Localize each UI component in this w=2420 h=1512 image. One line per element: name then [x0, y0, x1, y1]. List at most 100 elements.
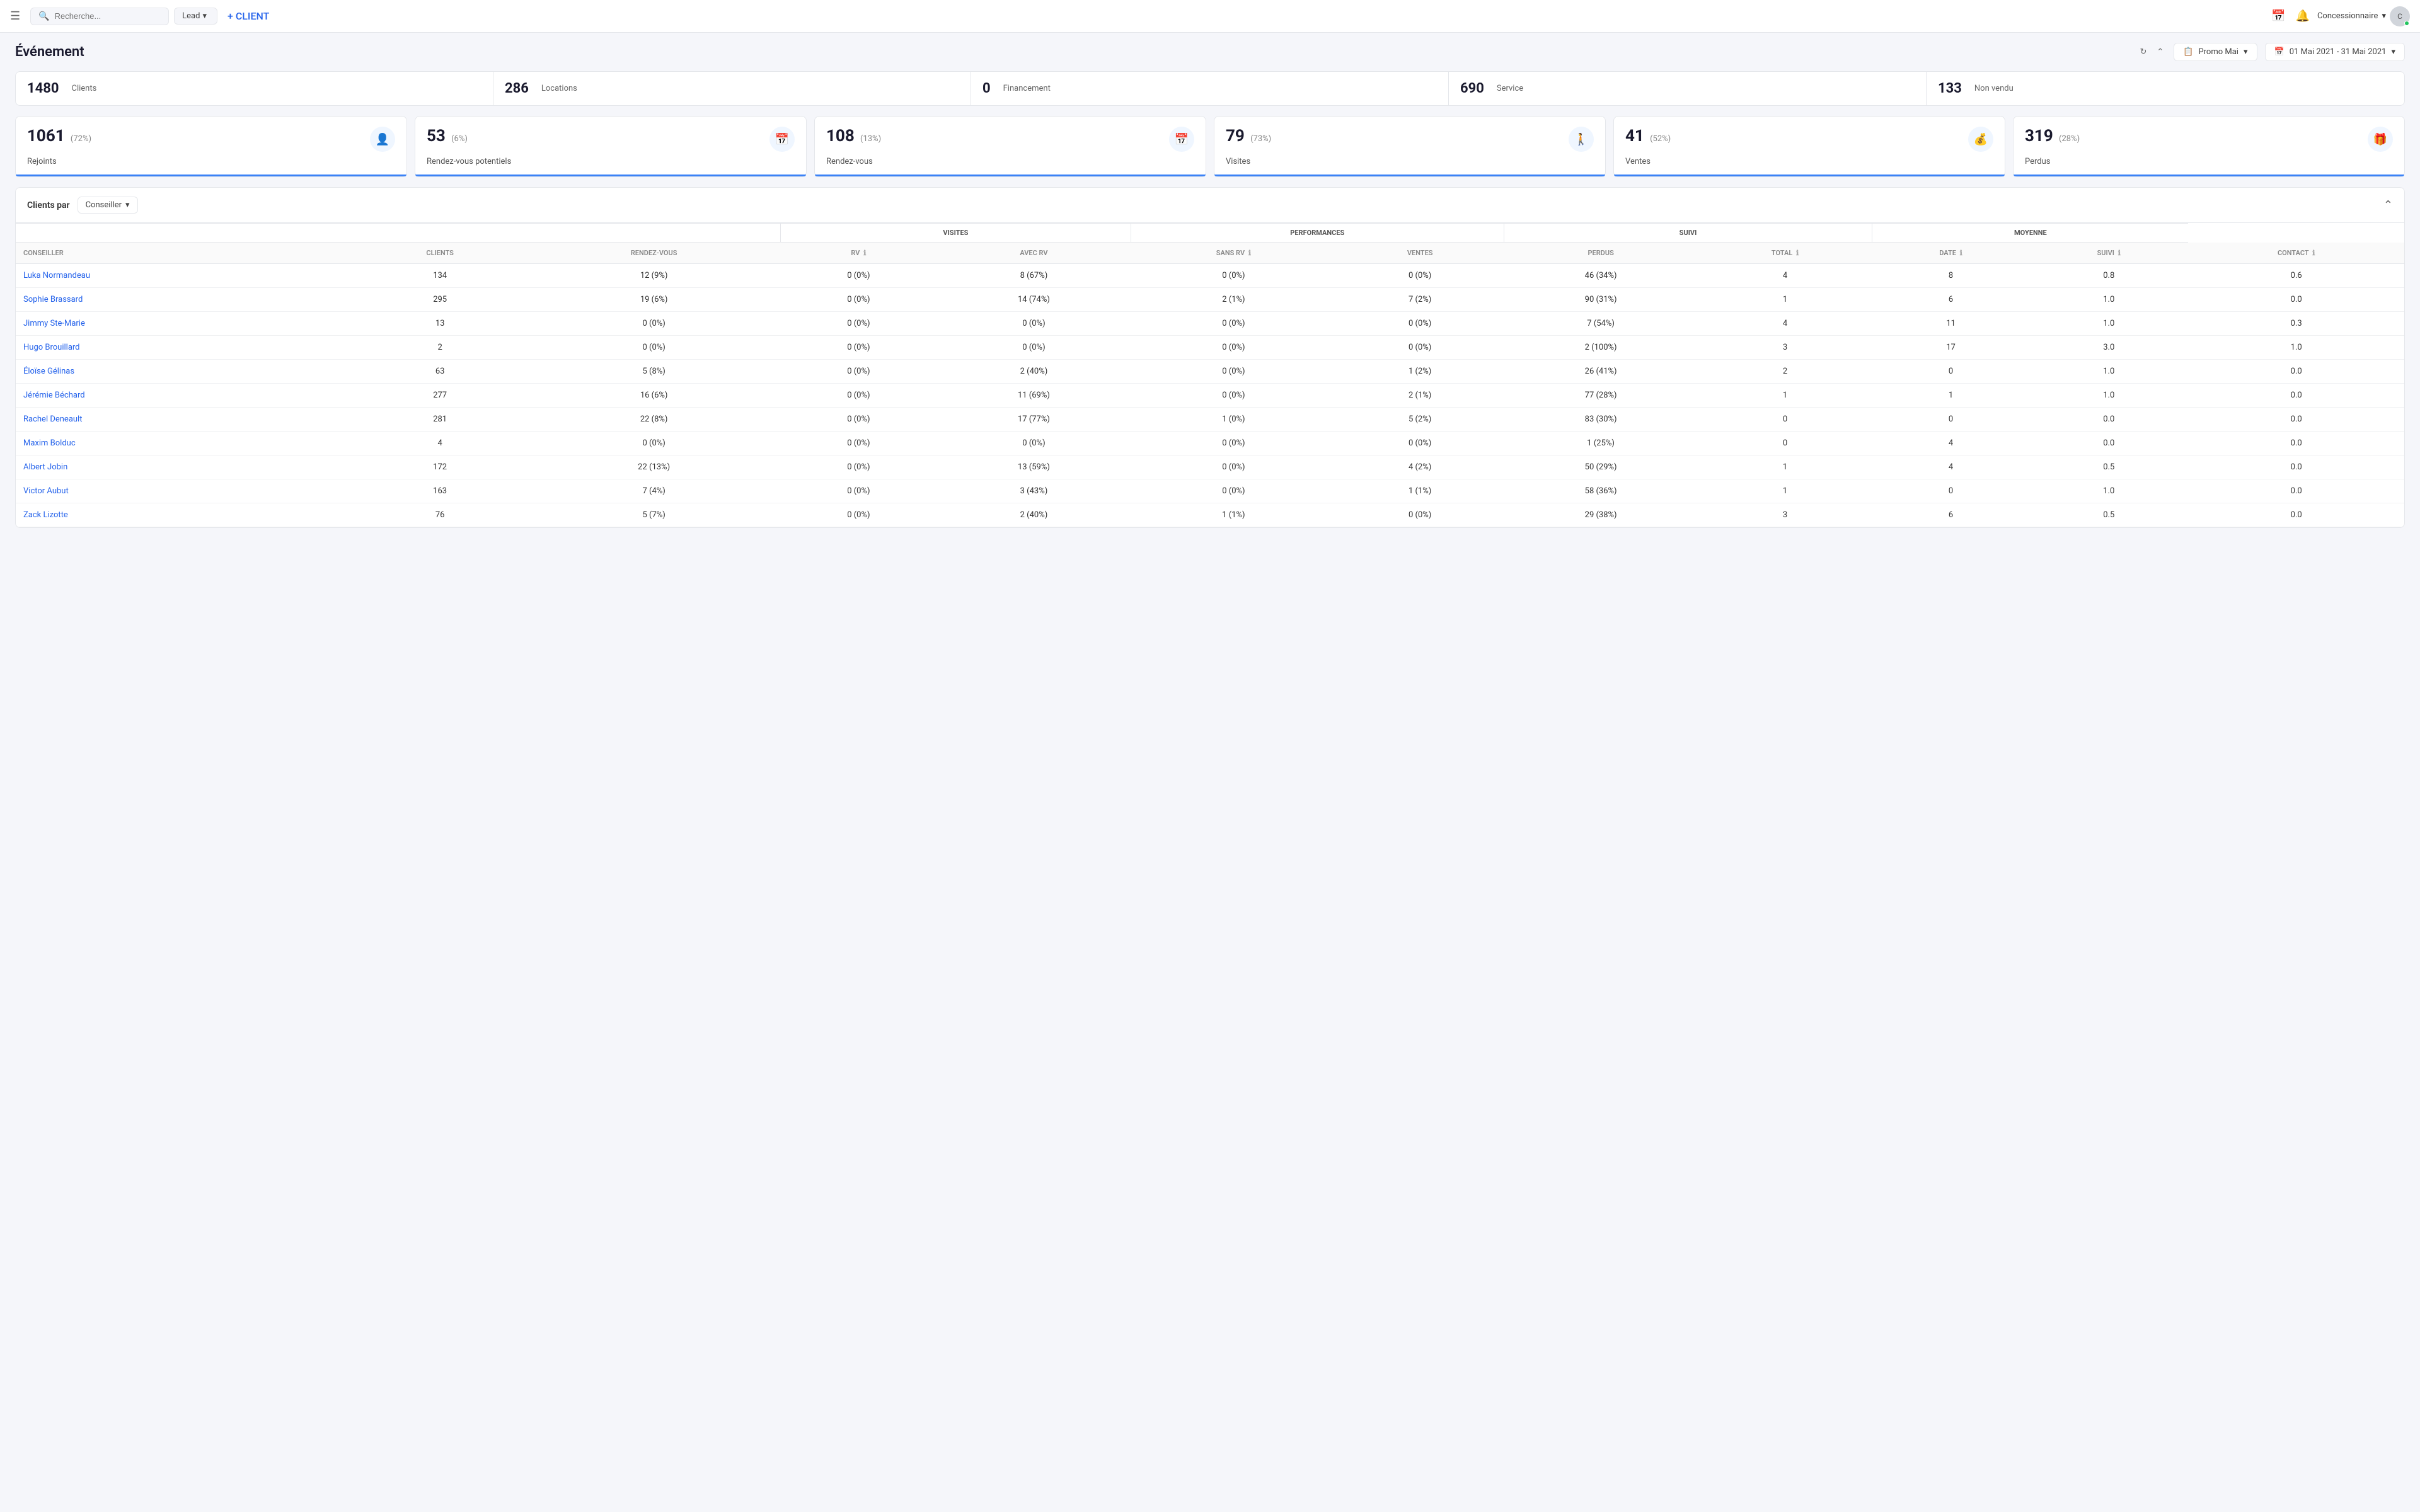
lead-selector[interactable]: Lead ▾	[174, 8, 217, 25]
navbar-icons: 📅 🔔	[2271, 9, 2310, 23]
metric-border	[16, 175, 406, 176]
perdus-val: 26 (41%)	[1504, 360, 1698, 384]
rdv-val: 5 (7%)	[527, 503, 780, 527]
perdus-val: 46 (34%)	[1504, 264, 1698, 288]
suivi-val: 1.0	[2029, 312, 2188, 336]
sans-rv-val: 0 (0%)	[1131, 455, 1337, 479]
table-row: Luka Normandeau 134 12 (9%) 0 (0%) 8 (67…	[16, 264, 2404, 288]
col-avec-rv: Avec RV	[936, 243, 1131, 264]
date-val: 0	[1872, 479, 2029, 503]
ventes-val: 7 (2%)	[1336, 288, 1504, 312]
contact-val: 0.0	[2188, 408, 2404, 432]
conseiller-name[interactable]: Zack Lizotte	[16, 503, 352, 527]
clients-val: 4	[352, 432, 527, 455]
table-row: Zack Lizotte 76 5 (7%) 0 (0%) 2 (40%) 1 …	[16, 503, 2404, 527]
promo-selector[interactable]: 📋 Promo Mai ▾	[2174, 43, 2257, 61]
metric-card: 53 (6%) 📅 Rendez-vous potentiels	[415, 116, 807, 177]
suivi-val: 0.5	[2029, 503, 2188, 527]
search-icon: 🔍	[38, 11, 49, 21]
metric-card: 41 (52%) 💰 Ventes	[1613, 116, 2005, 177]
suivi-val: 1.0	[2029, 384, 2188, 408]
metric-value: 108	[826, 127, 855, 146]
date-range: 01 Mai 2021 - 31 Mai 2021	[2290, 47, 2387, 57]
conseiller-name[interactable]: Albert Jobin	[16, 455, 352, 479]
ventes-val: 0 (0%)	[1336, 432, 1504, 455]
calendar-icon[interactable]: 📅	[2271, 9, 2285, 23]
col-perdus: Perdus	[1504, 243, 1698, 264]
metric-pct: (72%)	[71, 134, 91, 144]
date-val: 6	[1872, 503, 2029, 527]
collapse-button[interactable]: ⌃	[2383, 198, 2393, 212]
perdus-val: 83 (30%)	[1504, 408, 1698, 432]
date-val: 1	[1872, 384, 2029, 408]
total-val: 4	[1698, 264, 1872, 288]
perdus-val: 90 (31%)	[1504, 288, 1698, 312]
avec-rv-val: 11 (69%)	[936, 384, 1131, 408]
conseiller-name[interactable]: Victor Aubut	[16, 479, 352, 503]
rdv-val: 16 (6%)	[527, 384, 780, 408]
rv-val: 0 (0%)	[780, 503, 936, 527]
conseiller-name[interactable]: Jérémie Béchard	[16, 384, 352, 408]
conseiller-name[interactable]: Rachel Deneault	[16, 408, 352, 432]
date-selector[interactable]: 📅 01 Mai 2021 - 31 Mai 2021 ▾	[2265, 43, 2406, 61]
stat-label: Service	[1497, 84, 1523, 93]
add-client-button[interactable]: + CLIENT	[228, 10, 272, 22]
search-input[interactable]	[55, 11, 161, 21]
rv-val: 0 (0%)	[780, 432, 936, 455]
refresh-icon[interactable]: ↻	[2137, 45, 2149, 59]
avec-rv-val: 8 (67%)	[936, 264, 1131, 288]
stat-card: 286 Locations	[493, 72, 971, 105]
filter-label: Conseiller	[86, 200, 122, 210]
perdus-val: 50 (29%)	[1504, 455, 1698, 479]
clients-val: 163	[352, 479, 527, 503]
total-val: 3	[1698, 336, 1872, 360]
conseiller-name[interactable]: Maxim Bolduc	[16, 432, 352, 455]
contact-val: 0.0	[2188, 432, 2404, 455]
conseiller-name[interactable]: Éloïse Gélinas	[16, 360, 352, 384]
metric-value: 41	[1625, 127, 1644, 146]
contact-val: 0.0	[2188, 479, 2404, 503]
conseiller-name[interactable]: Sophie Brassard	[16, 288, 352, 312]
ventes-val: 0 (0%)	[1336, 503, 1504, 527]
search-bar[interactable]: 🔍	[30, 8, 169, 25]
data-table: VISITES PERFORMANCES SUIVI MOYENNE Conse…	[16, 223, 2404, 527]
user-menu[interactable]: Concessionnaire ▾ C	[2317, 6, 2410, 26]
avec-rv-val: 17 (77%)	[936, 408, 1131, 432]
avec-rv-val: 3 (43%)	[936, 479, 1131, 503]
avec-rv-val: 0 (0%)	[936, 336, 1131, 360]
user-name: Concessionnaire	[2317, 11, 2378, 21]
date-val: 4	[1872, 455, 2029, 479]
rdv-val: 19 (6%)	[527, 288, 780, 312]
total-val: 2	[1698, 360, 1872, 384]
filter-button[interactable]: Conseiller ▾	[78, 197, 138, 214]
group-header-performances: PERFORMANCES	[1131, 224, 1504, 243]
table-section: Clients par Conseiller ▾ ⌃ VISITES PERFO…	[15, 187, 2405, 528]
avec-rv-val: 14 (74%)	[936, 288, 1131, 312]
metric-border	[415, 175, 806, 176]
chevron-down-icon: ▾	[125, 200, 130, 210]
total-val: 0	[1698, 408, 1872, 432]
conseiller-name[interactable]: Hugo Brouillard	[16, 336, 352, 360]
avec-rv-val: 2 (40%)	[936, 360, 1131, 384]
table-row: Jérémie Béchard 277 16 (6%) 0 (0%) 11 (6…	[16, 384, 2404, 408]
table-header: Clients par Conseiller ▾ ⌃	[16, 188, 2404, 223]
date-val: 17	[1872, 336, 2029, 360]
metric-value: 1061	[27, 127, 65, 146]
collapse-icon[interactable]: ⌃	[2154, 45, 2166, 59]
navbar: ☰ 🔍 Lead ▾ + CLIENT 📅 🔔 Concessionnaire …	[0, 0, 2420, 33]
conseiller-name[interactable]: Luka Normandeau	[16, 264, 352, 288]
rv-val: 0 (0%)	[780, 288, 936, 312]
metric-icon: 🚶	[1569, 127, 1594, 152]
total-val: 0	[1698, 432, 1872, 455]
bell-icon[interactable]: 🔔	[2296, 9, 2310, 23]
menu-icon[interactable]: ☰	[10, 9, 20, 23]
metric-border	[1614, 175, 2005, 176]
col-date: Date ℹ	[1872, 243, 2029, 264]
table-row: Victor Aubut 163 7 (4%) 0 (0%) 3 (43%) 0…	[16, 479, 2404, 503]
conseiller-name[interactable]: Jimmy Ste-Marie	[16, 312, 352, 336]
ventes-val: 0 (0%)	[1336, 264, 1504, 288]
sans-rv-val: 0 (0%)	[1131, 360, 1337, 384]
metric-icon: 📅	[769, 127, 795, 152]
col-rv: RV ℹ	[780, 243, 936, 264]
avec-rv-val: 2 (40%)	[936, 503, 1131, 527]
